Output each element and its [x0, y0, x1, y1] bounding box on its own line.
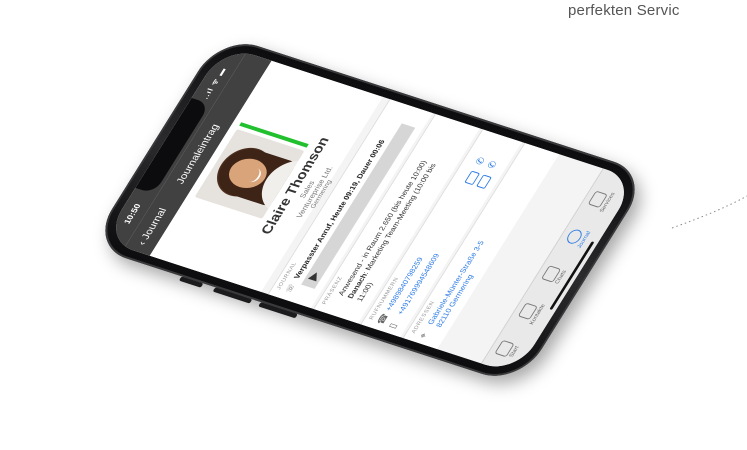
tab-journal[interactable]: Journal — [558, 218, 598, 258]
mobile-icon: ▯ — [387, 322, 400, 330]
volume-down-button — [258, 302, 298, 319]
tab-start[interactable]: Start — [488, 330, 528, 370]
sms-icon[interactable] — [476, 174, 492, 190]
missed-call-icon: ☏ — [283, 282, 297, 294]
call-mobile-icon[interactable]: ✆ — [486, 160, 500, 170]
call-icon[interactable]: ✆ — [474, 156, 488, 166]
tab-chats[interactable]: Chats — [535, 255, 575, 295]
phone-device: 10:50 ..ıl ᯤ ▬ ‹ Journal Journaleintrag … — [88, 34, 652, 386]
tab-services[interactable]: Services — [581, 180, 621, 220]
play-icon[interactable] — [307, 270, 322, 282]
mute-switch — [178, 276, 204, 288]
location-pin-icon: ⌖ — [417, 331, 430, 340]
tab-kontakte[interactable]: Kontakte — [511, 292, 551, 332]
volume-up-button — [212, 287, 253, 304]
phone-screen: 10:50 ..ıl ᯤ ▬ ‹ Journal Journaleintrag … — [102, 45, 638, 375]
